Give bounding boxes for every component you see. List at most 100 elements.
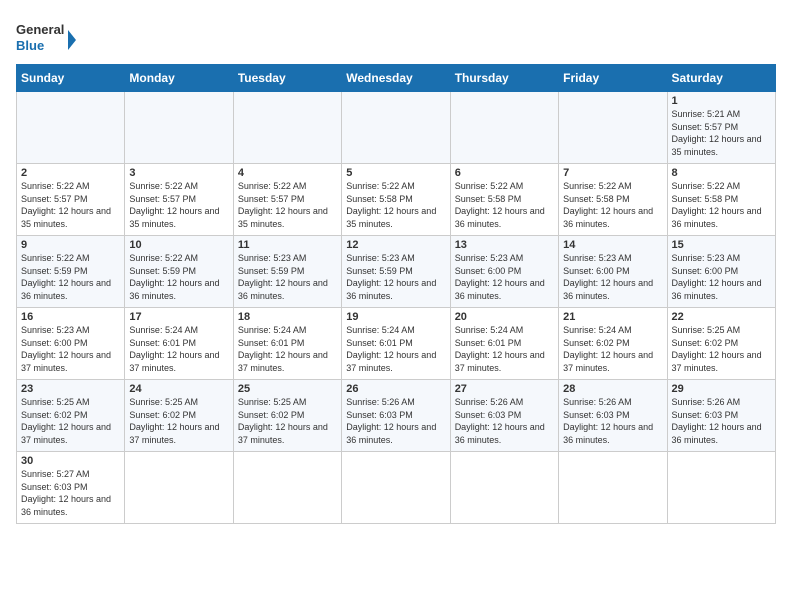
day-info: Sunrise: 5:25 AM Sunset: 6:02 PM Dayligh… xyxy=(672,324,771,374)
header-friday: Friday xyxy=(559,65,667,92)
calendar-day-cell xyxy=(559,92,667,164)
generalblue-logo-icon: General Blue xyxy=(16,16,76,60)
day-info: Sunrise: 5:23 AM Sunset: 5:59 PM Dayligh… xyxy=(346,252,445,302)
day-number: 26 xyxy=(346,383,445,395)
calendar-day-cell xyxy=(17,92,125,164)
calendar-day-cell: 13Sunrise: 5:23 AM Sunset: 6:00 PM Dayli… xyxy=(450,236,558,308)
day-info: Sunrise: 5:22 AM Sunset: 5:59 PM Dayligh… xyxy=(21,252,120,302)
calendar-day-cell: 17Sunrise: 5:24 AM Sunset: 6:01 PM Dayli… xyxy=(125,308,233,380)
day-number: 19 xyxy=(346,311,445,323)
day-number: 20 xyxy=(455,311,554,323)
calendar-day-cell: 11Sunrise: 5:23 AM Sunset: 5:59 PM Dayli… xyxy=(233,236,341,308)
day-info: Sunrise: 5:24 AM Sunset: 6:01 PM Dayligh… xyxy=(346,324,445,374)
day-info: Sunrise: 5:23 AM Sunset: 6:00 PM Dayligh… xyxy=(563,252,662,302)
day-info: Sunrise: 5:23 AM Sunset: 6:00 PM Dayligh… xyxy=(455,252,554,302)
calendar-day-cell: 29Sunrise: 5:26 AM Sunset: 6:03 PM Dayli… xyxy=(667,380,775,452)
day-number: 13 xyxy=(455,239,554,251)
calendar-day-cell: 30Sunrise: 5:27 AM Sunset: 6:03 PM Dayli… xyxy=(17,452,125,524)
day-info: Sunrise: 5:22 AM Sunset: 5:58 PM Dayligh… xyxy=(346,180,445,230)
svg-text:Blue: Blue xyxy=(16,38,44,53)
day-info: Sunrise: 5:23 AM Sunset: 5:59 PM Dayligh… xyxy=(238,252,337,302)
day-number: 9 xyxy=(21,239,120,251)
calendar-day-cell: 7Sunrise: 5:22 AM Sunset: 5:58 PM Daylig… xyxy=(559,164,667,236)
day-number: 22 xyxy=(672,311,771,323)
calendar-day-cell xyxy=(342,92,450,164)
day-info: Sunrise: 5:22 AM Sunset: 5:57 PM Dayligh… xyxy=(21,180,120,230)
day-info: Sunrise: 5:22 AM Sunset: 5:57 PM Dayligh… xyxy=(238,180,337,230)
day-number: 27 xyxy=(455,383,554,395)
header-thursday: Thursday xyxy=(450,65,558,92)
day-info: Sunrise: 5:24 AM Sunset: 6:02 PM Dayligh… xyxy=(563,324,662,374)
day-number: 6 xyxy=(455,167,554,179)
calendar-day-cell: 20Sunrise: 5:24 AM Sunset: 6:01 PM Dayli… xyxy=(450,308,558,380)
calendar-day-cell: 3Sunrise: 5:22 AM Sunset: 5:57 PM Daylig… xyxy=(125,164,233,236)
day-number: 25 xyxy=(238,383,337,395)
day-info: Sunrise: 5:22 AM Sunset: 5:58 PM Dayligh… xyxy=(672,180,771,230)
day-number: 7 xyxy=(563,167,662,179)
day-number: 23 xyxy=(21,383,120,395)
day-info: Sunrise: 5:25 AM Sunset: 6:02 PM Dayligh… xyxy=(21,396,120,446)
day-number: 15 xyxy=(672,239,771,251)
day-info: Sunrise: 5:22 AM Sunset: 5:58 PM Dayligh… xyxy=(563,180,662,230)
calendar-day-cell: 21Sunrise: 5:24 AM Sunset: 6:02 PM Dayli… xyxy=(559,308,667,380)
header-wednesday: Wednesday xyxy=(342,65,450,92)
day-info: Sunrise: 5:26 AM Sunset: 6:03 PM Dayligh… xyxy=(672,396,771,446)
calendar-day-cell: 14Sunrise: 5:23 AM Sunset: 6:00 PM Dayli… xyxy=(559,236,667,308)
calendar-day-cell: 6Sunrise: 5:22 AM Sunset: 5:58 PM Daylig… xyxy=(450,164,558,236)
day-number: 30 xyxy=(21,455,120,467)
calendar-day-cell xyxy=(125,92,233,164)
calendar-day-cell: 24Sunrise: 5:25 AM Sunset: 6:02 PM Dayli… xyxy=(125,380,233,452)
header-monday: Monday xyxy=(125,65,233,92)
header-tuesday: Tuesday xyxy=(233,65,341,92)
day-info: Sunrise: 5:23 AM Sunset: 6:00 PM Dayligh… xyxy=(21,324,120,374)
calendar-day-cell: 15Sunrise: 5:23 AM Sunset: 6:00 PM Dayli… xyxy=(667,236,775,308)
day-info: Sunrise: 5:23 AM Sunset: 6:00 PM Dayligh… xyxy=(672,252,771,302)
calendar-week-row: 16Sunrise: 5:23 AM Sunset: 6:00 PM Dayli… xyxy=(17,308,776,380)
calendar-week-row: 23Sunrise: 5:25 AM Sunset: 6:02 PM Dayli… xyxy=(17,380,776,452)
day-info: Sunrise: 5:26 AM Sunset: 6:03 PM Dayligh… xyxy=(563,396,662,446)
day-info: Sunrise: 5:24 AM Sunset: 6:01 PM Dayligh… xyxy=(129,324,228,374)
day-number: 16 xyxy=(21,311,120,323)
logo: General Blue xyxy=(16,16,76,60)
day-info: Sunrise: 5:24 AM Sunset: 6:01 PM Dayligh… xyxy=(455,324,554,374)
calendar-day-cell xyxy=(233,452,341,524)
calendar-day-cell xyxy=(125,452,233,524)
svg-text:General: General xyxy=(16,22,64,37)
calendar-week-row: 2Sunrise: 5:22 AM Sunset: 5:57 PM Daylig… xyxy=(17,164,776,236)
day-number: 29 xyxy=(672,383,771,395)
calendar-day-cell: 27Sunrise: 5:26 AM Sunset: 6:03 PM Dayli… xyxy=(450,380,558,452)
day-number: 12 xyxy=(346,239,445,251)
calendar-day-cell: 5Sunrise: 5:22 AM Sunset: 5:58 PM Daylig… xyxy=(342,164,450,236)
calendar-week-row: 9Sunrise: 5:22 AM Sunset: 5:59 PM Daylig… xyxy=(17,236,776,308)
day-info: Sunrise: 5:26 AM Sunset: 6:03 PM Dayligh… xyxy=(455,396,554,446)
day-info: Sunrise: 5:22 AM Sunset: 5:57 PM Dayligh… xyxy=(129,180,228,230)
calendar-table: SundayMondayTuesdayWednesdayThursdayFrid… xyxy=(16,64,776,524)
calendar-week-row: 30Sunrise: 5:27 AM Sunset: 6:03 PM Dayli… xyxy=(17,452,776,524)
day-number: 3 xyxy=(129,167,228,179)
calendar-day-cell: 25Sunrise: 5:25 AM Sunset: 6:02 PM Dayli… xyxy=(233,380,341,452)
day-info: Sunrise: 5:25 AM Sunset: 6:02 PM Dayligh… xyxy=(129,396,228,446)
calendar-day-cell: 18Sunrise: 5:24 AM Sunset: 6:01 PM Dayli… xyxy=(233,308,341,380)
calendar-day-cell xyxy=(450,452,558,524)
day-number: 11 xyxy=(238,239,337,251)
calendar-day-cell xyxy=(450,92,558,164)
day-number: 21 xyxy=(563,311,662,323)
day-number: 4 xyxy=(238,167,337,179)
calendar-day-cell: 10Sunrise: 5:22 AM Sunset: 5:59 PM Dayli… xyxy=(125,236,233,308)
calendar-day-cell xyxy=(342,452,450,524)
day-info: Sunrise: 5:25 AM Sunset: 6:02 PM Dayligh… xyxy=(238,396,337,446)
calendar-day-cell: 4Sunrise: 5:22 AM Sunset: 5:57 PM Daylig… xyxy=(233,164,341,236)
day-info: Sunrise: 5:22 AM Sunset: 5:58 PM Dayligh… xyxy=(455,180,554,230)
day-number: 17 xyxy=(129,311,228,323)
calendar-day-cell xyxy=(233,92,341,164)
header: General Blue xyxy=(16,16,776,60)
day-number: 28 xyxy=(563,383,662,395)
day-number: 5 xyxy=(346,167,445,179)
calendar-day-cell: 9Sunrise: 5:22 AM Sunset: 5:59 PM Daylig… xyxy=(17,236,125,308)
calendar-day-cell: 28Sunrise: 5:26 AM Sunset: 6:03 PM Dayli… xyxy=(559,380,667,452)
day-info: Sunrise: 5:24 AM Sunset: 6:01 PM Dayligh… xyxy=(238,324,337,374)
calendar-header-row: SundayMondayTuesdayWednesdayThursdayFrid… xyxy=(17,65,776,92)
day-number: 2 xyxy=(21,167,120,179)
calendar-day-cell: 12Sunrise: 5:23 AM Sunset: 5:59 PM Dayli… xyxy=(342,236,450,308)
calendar-day-cell: 22Sunrise: 5:25 AM Sunset: 6:02 PM Dayli… xyxy=(667,308,775,380)
